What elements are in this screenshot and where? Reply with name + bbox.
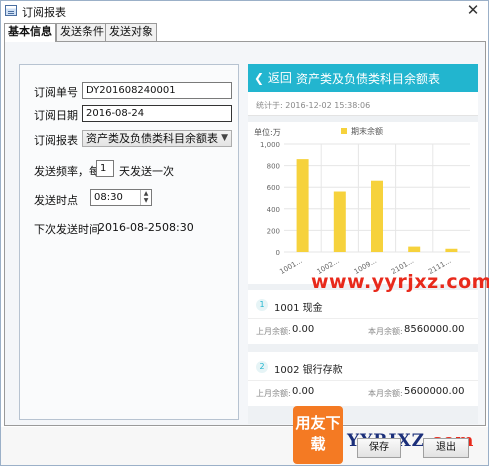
order-date-field[interactable]: 2016-08-24 <box>82 105 232 122</box>
legend-swatch <box>341 128 347 134</box>
time-label: 发送时点 <box>34 194 78 207</box>
watermark-url: www.yyrjxz.com <box>311 271 489 293</box>
account-name: 1002 银行存款 <box>274 365 343 376</box>
y-tick-label: 600 <box>267 184 280 192</box>
divider <box>248 318 478 319</box>
bar <box>371 180 383 252</box>
order-date-label: 订阅日期 <box>34 109 78 122</box>
app-icon <box>5 5 17 16</box>
save-button[interactable]: 保存 <box>357 438 401 458</box>
x-tick-label: 1001... <box>278 257 303 276</box>
report-label: 订阅报表 <box>34 134 78 147</box>
prev-balance-label: 上月余额: <box>256 327 291 336</box>
time-value: 08:30 <box>94 192 123 203</box>
cur-balance-label: 本月余额: <box>368 389 403 398</box>
next-send-label: 下次发送时间 <box>34 223 100 236</box>
form-panel: 订阅单号 DY201608240001 订阅日期 2016-08-24 订阅报表… <box>19 64 239 420</box>
account-name: 1001 现金 <box>274 303 323 314</box>
prev-balance-label: 上月余额: <box>256 389 291 398</box>
time-field[interactable]: 08:30 ▲ ▼ <box>90 189 152 206</box>
divider <box>248 380 478 381</box>
bar <box>333 191 346 252</box>
chevron-left-icon: ❮ <box>254 71 265 85</box>
cur-balance-value: 5600000.00 <box>404 386 465 397</box>
chart-unit-label: 单位:万 <box>254 127 281 137</box>
y-tick-label: 800 <box>267 163 280 171</box>
tab-basic-info[interactable]: 基本信息 <box>4 23 56 42</box>
order-no-field[interactable]: DY201608240001 <box>82 82 232 99</box>
exit-button[interactable]: 退出 <box>423 438 469 458</box>
freq-field[interactable]: 1 <box>96 160 114 177</box>
order-no-label: 订阅单号 <box>34 86 78 99</box>
y-tick-label: 0 <box>276 249 280 257</box>
cur-balance-label: 本月余额: <box>368 327 403 336</box>
y-tick-label: 400 <box>267 206 280 214</box>
tab-send-condition[interactable]: 发送条件 <box>56 23 108 41</box>
back-label: 返回 <box>267 71 292 85</box>
legend-label: 期末余额 <box>351 126 383 136</box>
back-button[interactable]: ❮ 返回 <box>254 69 292 86</box>
prev-balance-value: 0.00 <box>292 386 315 397</box>
account-card-2[interactable]: 2 1002 银行存款 上月余额: 0.00 本月余额: 5600000.00 <box>248 352 478 406</box>
y-tick-label: 1,000 <box>260 141 280 149</box>
account-index: 2 <box>256 361 268 373</box>
bar <box>408 246 421 252</box>
tab-send-target[interactable]: 发送对象 <box>105 23 157 41</box>
watermark-logo: 用友下载 <box>293 406 343 464</box>
subscribe-report-window: 订阅报表 ✕ 基本信息 发送条件 发送对象 订阅单号 DY20160824000… <box>0 0 489 466</box>
window-title: 订阅报表 <box>22 6 66 19</box>
time-spinner[interactable]: ▲ ▼ <box>140 190 151 205</box>
prev-balance-value: 0.00 <box>292 324 315 335</box>
cur-balance-value: 8560000.00 <box>404 324 465 335</box>
title-bar: 订阅报表 ✕ <box>1 1 488 21</box>
close-icon[interactable]: ✕ <box>465 2 481 18</box>
freq-label: 发送频率，每 <box>34 165 100 178</box>
chevron-down-icon: ▼ <box>221 133 228 143</box>
mobile-preview: ❮ 返回 资产类及负债类科目余额表 统计于: 2016-12-02 15:38:… <box>248 64 478 424</box>
y-tick-label: 200 <box>267 227 280 235</box>
account-index: 1 <box>256 299 268 311</box>
report-select-value: 资产类及负债类科目余额表 <box>86 132 218 145</box>
freq-suffix: 天发送一次 <box>119 165 174 178</box>
next-send-date: 2016-08-25 <box>98 221 162 234</box>
account-card-1[interactable]: 1 1001 现金 上月余额: 0.00 本月余额: 8560000.00 <box>248 290 478 344</box>
preview-header: ❮ 返回 资产类及负债类科目余额表 <box>248 64 478 92</box>
bar <box>445 248 458 252</box>
chart-svg: 单位:万 期末余额1,00080060040020001001... 1002...… <box>254 126 470 276</box>
balance-chart: 单位:万 期末余额 1,000 800 600 400 200 0 1001... 1002...… <box>248 122 478 284</box>
next-send-time: 08:30 <box>162 221 194 234</box>
report-select[interactable]: 资产类及负债类科目余额表 ▼ <box>82 130 232 147</box>
preview-title: 资产类及负债类科目余额表 <box>296 72 441 86</box>
stat-time: 统计于: 2016-12-02 15:38:06 <box>248 92 478 116</box>
tab-content: 订阅单号 DY201608240001 订阅日期 2016-08-24 订阅报表… <box>4 41 486 426</box>
bar <box>296 159 309 252</box>
